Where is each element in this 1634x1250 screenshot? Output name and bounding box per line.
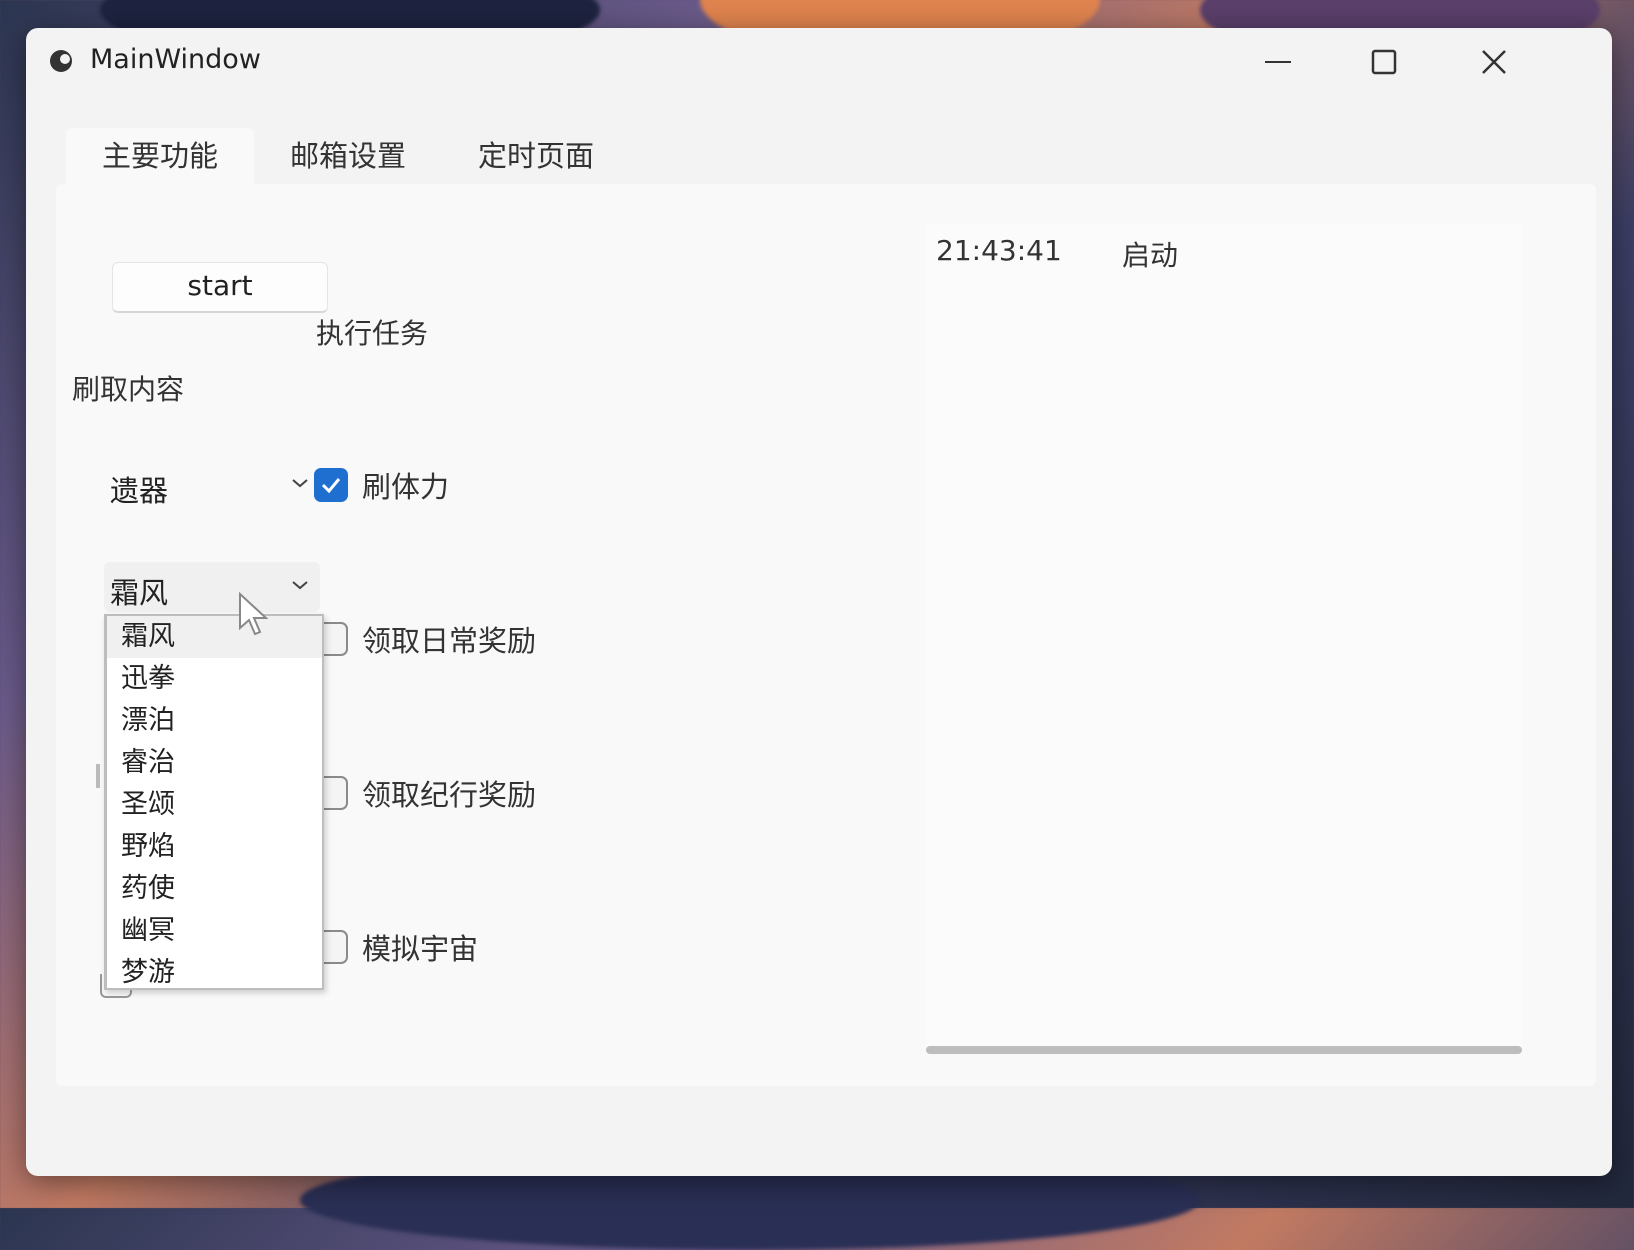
dropdown-option[interactable]: 幽冥 [107, 910, 322, 952]
horizontal-scrollbar[interactable] [926, 1046, 1522, 1054]
log-time: 21:43:41 [936, 234, 1062, 267]
dropdown-option[interactable]: 迅拳 [107, 658, 322, 700]
tab-email-settings[interactable]: 邮箱设置 [254, 128, 442, 184]
obscured-control-edge [96, 764, 100, 788]
dropdown-option[interactable]: 梦游 [107, 952, 322, 994]
close-button[interactable] [1464, 40, 1524, 84]
tab-bar: 主要功能 邮箱设置 定时页面 [66, 128, 630, 184]
close-icon [1482, 50, 1506, 74]
checkbox-checked-icon[interactable] [314, 468, 348, 502]
checkbox-label: 刷体力 [362, 470, 450, 504]
checkbox-daily-reward[interactable]: 领取日常奖励 [314, 618, 536, 660]
log-message: 启动 [1122, 239, 1179, 272]
dropdown-option[interactable]: 野焰 [107, 826, 322, 868]
title-bar[interactable]: MainWindow [26, 28, 1612, 98]
dropdown-option[interactable]: 霜风 [107, 616, 322, 658]
target-combobox-value: 霜风 [110, 576, 169, 610]
maximize-button[interactable] [1354, 40, 1414, 84]
tab-main-functions[interactable]: 主要功能 [66, 128, 255, 184]
window-title: MainWindow [90, 44, 261, 75]
maximize-icon [1371, 49, 1397, 75]
dropdown-option[interactable]: 睿治 [107, 742, 322, 784]
minimize-icon [1265, 61, 1291, 63]
dropdown-option[interactable]: 药使 [107, 868, 322, 910]
log-panel[interactable]: 21:43:41 启动 [926, 224, 1522, 1054]
checkbox-simulated-universe[interactable]: 模拟宇宙 [314, 926, 478, 968]
dropdown-option[interactable]: 圣颂 [107, 784, 322, 826]
tab-schedule[interactable]: 定时页面 [442, 128, 630, 184]
task-label: 执行任务 [316, 317, 429, 350]
target-dropdown-list: 霜风 迅拳 漂泊 睿治 圣颂 野焰 药使 幽冥 梦游 [104, 614, 324, 990]
log-entry: 21:43:41 启动 [936, 234, 1178, 274]
type-combobox-value: 遗器 [110, 474, 169, 508]
dropdown-option[interactable]: 漂泊 [107, 700, 322, 742]
main-window: MainWindow 主要功能 邮箱设置 定时页面 start 执行任务 刷取内… [26, 28, 1612, 1176]
content-label: 刷取内容 [72, 373, 185, 406]
checkbox-journey-reward[interactable]: 领取纪行奖励 [314, 772, 536, 814]
chevron-down-icon [292, 479, 308, 488]
checkbox-label: 领取纪行奖励 [362, 778, 537, 812]
checkbox-label: 领取日常奖励 [362, 624, 537, 658]
main-panel: start 执行任务 刷取内容 遗器 霜风 刷体力 领取日常奖励 领取纪行奖励 … [56, 184, 1596, 1086]
type-combobox[interactable]: 遗器 [104, 460, 320, 510]
checkbox-label: 模拟宇宙 [362, 932, 479, 966]
mouse-cursor-icon [239, 592, 269, 636]
target-combobox[interactable]: 霜风 [104, 562, 320, 612]
minimize-button[interactable] [1248, 40, 1308, 84]
chevron-down-icon [292, 581, 308, 590]
checkbox-stamina[interactable]: 刷体力 [314, 464, 449, 506]
app-icon [48, 48, 74, 74]
start-button[interactable]: start [112, 262, 328, 313]
